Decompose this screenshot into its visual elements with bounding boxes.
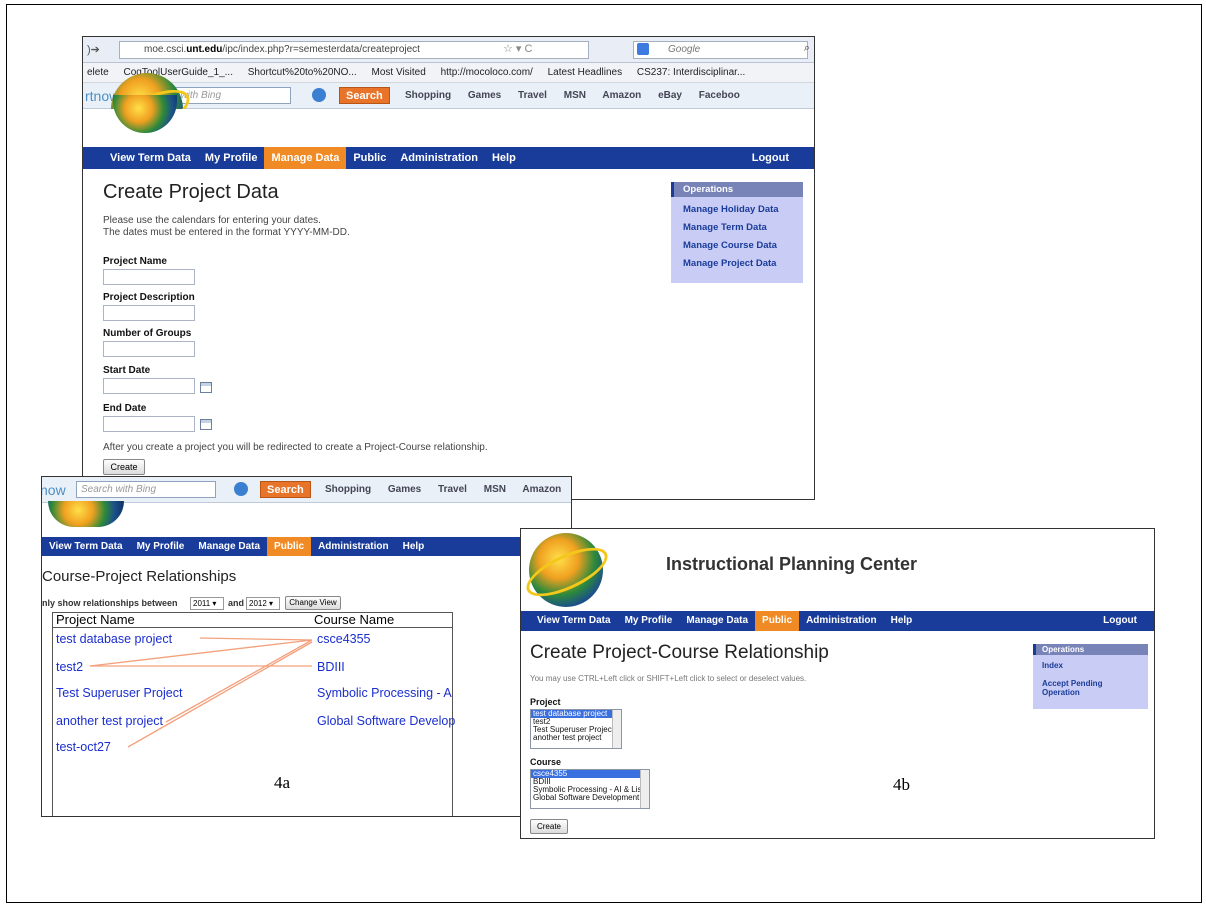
page-title: Create Project-Course Relationship xyxy=(530,642,829,663)
menu-public[interactable]: Public xyxy=(346,147,393,169)
ops-manage-project-data[interactable]: Manage Project Data xyxy=(671,258,803,269)
ops-accept-pending[interactable]: Accept Pending xyxy=(1033,679,1148,688)
menu-help[interactable]: Help xyxy=(884,611,920,631)
menu-public[interactable]: Public xyxy=(755,611,800,631)
menu-view-term-data[interactable]: View Term Data xyxy=(530,611,618,631)
google-search-field[interactable]: Google xyxy=(633,41,808,59)
search-icon[interactable]: ⌕ xyxy=(804,42,810,55)
bookmark-cs237[interactable]: CS237: Interdisciplinar... xyxy=(637,67,745,78)
number-of-groups-label: Number of Groups xyxy=(103,328,192,339)
page-title: Create Project Data xyxy=(103,181,279,203)
project-label: Project xyxy=(530,697,561,707)
bookmark-mocoloco[interactable]: http://mocoloco.com/ xyxy=(441,67,533,78)
relation-line xyxy=(165,639,313,723)
create-button[interactable]: Create xyxy=(103,459,145,475)
start-date-input[interactable] xyxy=(103,378,195,394)
end-date-input[interactable] xyxy=(103,416,195,432)
star-icon[interactable]: ☆ ▾ C xyxy=(503,42,532,55)
menu-manage-data[interactable]: Manage Data xyxy=(264,147,347,169)
browser-url-bar: )➔ moe.csci.unt.edu/ipc/index.php?r=seme… xyxy=(83,37,814,63)
main-menu: View Term Data My Profile Manage Data Publi… xyxy=(521,611,1154,631)
create-project-screenshot: )➔ moe.csci.unt.edu/ipc/index.php?r=seme… xyxy=(82,36,815,500)
project-listbox[interactable]: test database project test2 Test Superus… xyxy=(530,709,622,749)
bing-links: Shopping Games Travel MSN Amazon eBay Fa… xyxy=(405,90,754,101)
bing-search-button[interactable]: Search xyxy=(339,87,390,104)
end-date-label: End Date xyxy=(103,403,147,414)
selection-hint: You may use CTRL+Left click or SHIFT+Lef… xyxy=(530,674,807,683)
project-name-label: Project Name xyxy=(103,256,167,267)
figure-label-4a: 4a xyxy=(274,773,291,792)
operations-heading: Operations xyxy=(671,182,803,197)
bing-toolbar: rtnow Search with Bing Search Shopping G… xyxy=(83,83,814,109)
amazon-link[interactable]: Amazon xyxy=(602,90,641,101)
url-domain: unt.edu xyxy=(186,44,223,55)
menu-view-term-data[interactable]: View Term Data xyxy=(103,147,198,169)
menu-administration[interactable]: Administration xyxy=(799,611,884,631)
google-icon xyxy=(637,43,649,55)
header-area xyxy=(83,109,814,145)
bookmark-delete[interactable]: elete xyxy=(87,67,109,78)
relationships-screenshot: now Search with Bing Search Shopping Gam… xyxy=(41,476,572,817)
calendar-icon[interactable] xyxy=(200,382,212,393)
bookmark-most-visited[interactable]: Most Visited xyxy=(372,67,426,78)
create-button[interactable]: Create xyxy=(530,819,568,834)
relationship-lines xyxy=(89,637,313,748)
create-relationship-screenshot: Instructional Planning Center View Term … xyxy=(520,528,1155,839)
course-option[interactable]: Global Software Development xyxy=(531,794,649,802)
relation-line xyxy=(199,637,313,641)
course-listbox[interactable]: csce4355 BDIII Symbolic Processing - AI … xyxy=(530,769,650,809)
project-name-input[interactable] xyxy=(103,269,195,285)
start-date-label: Start Date xyxy=(103,365,151,376)
games-link[interactable]: Games xyxy=(468,90,501,101)
ops-manage-course-data[interactable]: Manage Course Data xyxy=(671,240,803,251)
forward-icon[interactable]: )➔ xyxy=(87,43,100,56)
logout-link[interactable]: Logout xyxy=(1096,611,1144,631)
main-menu: View Term Data My Profile Manage Data Publi… xyxy=(83,147,814,169)
bing-icon[interactable] xyxy=(312,88,326,102)
project-description-label: Project Description xyxy=(103,292,195,303)
menu-my-profile[interactable]: My Profile xyxy=(618,611,680,631)
url-path: /ipc/index.php?r=semesterdata/createproj… xyxy=(222,44,420,55)
operations-panel: Operations Manage Holiday Data Manage Te… xyxy=(671,182,803,283)
menu-my-profile[interactable]: My Profile xyxy=(198,147,265,169)
calendar-icon[interactable] xyxy=(200,419,212,430)
ops-manage-term-data[interactable]: Manage Term Data xyxy=(671,222,803,233)
ebay-link[interactable]: eBay xyxy=(658,90,682,101)
shopping-link[interactable]: Shopping xyxy=(405,90,451,101)
menu-help[interactable]: Help xyxy=(485,147,523,169)
msn-link[interactable]: MSN xyxy=(564,90,586,101)
number-of-groups-input[interactable] xyxy=(103,341,195,357)
intro-line-1: Please use the calendars for entering yo… xyxy=(103,215,321,226)
url-prefix: moe.csci. xyxy=(144,44,187,55)
bookmarks-bar: elete CogToolUserGuide_1_... Shortcut%20… xyxy=(83,63,814,83)
travel-link[interactable]: Travel xyxy=(518,90,547,101)
bookmark-latest-headlines[interactable]: Latest Headlines xyxy=(548,67,623,78)
redirect-note: After you create a project you will be r… xyxy=(103,442,488,453)
search-engine-label: Google xyxy=(668,44,701,55)
operations-panel: Operations Index Accept Pending Operatio… xyxy=(1033,644,1148,709)
intro-line-2: The dates must be entered in the format … xyxy=(103,227,350,238)
project-description-input[interactable] xyxy=(103,305,195,321)
listbox-scrollbar[interactable] xyxy=(612,710,621,748)
site-header-title: Instructional Planning Center xyxy=(666,554,918,574)
ops-manage-holiday-data[interactable]: Manage Holiday Data xyxy=(671,204,803,215)
menu-administration[interactable]: Administration xyxy=(393,147,485,169)
bookmark-shortcut[interactable]: Shortcut%20to%20NO... xyxy=(248,67,357,78)
figure-label-4b: 4b xyxy=(893,775,910,794)
listbox-scrollbar[interactable] xyxy=(640,770,649,808)
facebook-link[interactable]: Faceboo xyxy=(699,90,740,101)
relation-line xyxy=(89,639,313,667)
ops-index[interactable]: Index xyxy=(1033,661,1148,670)
project-option[interactable]: another test project xyxy=(531,734,621,742)
ops-operation[interactable]: Operation xyxy=(1033,688,1148,697)
logout-link[interactable]: Logout xyxy=(745,147,796,169)
operations-heading: Operations xyxy=(1033,644,1148,655)
course-label: Course xyxy=(530,757,562,767)
menu-manage-data[interactable]: Manage Data xyxy=(679,611,755,631)
